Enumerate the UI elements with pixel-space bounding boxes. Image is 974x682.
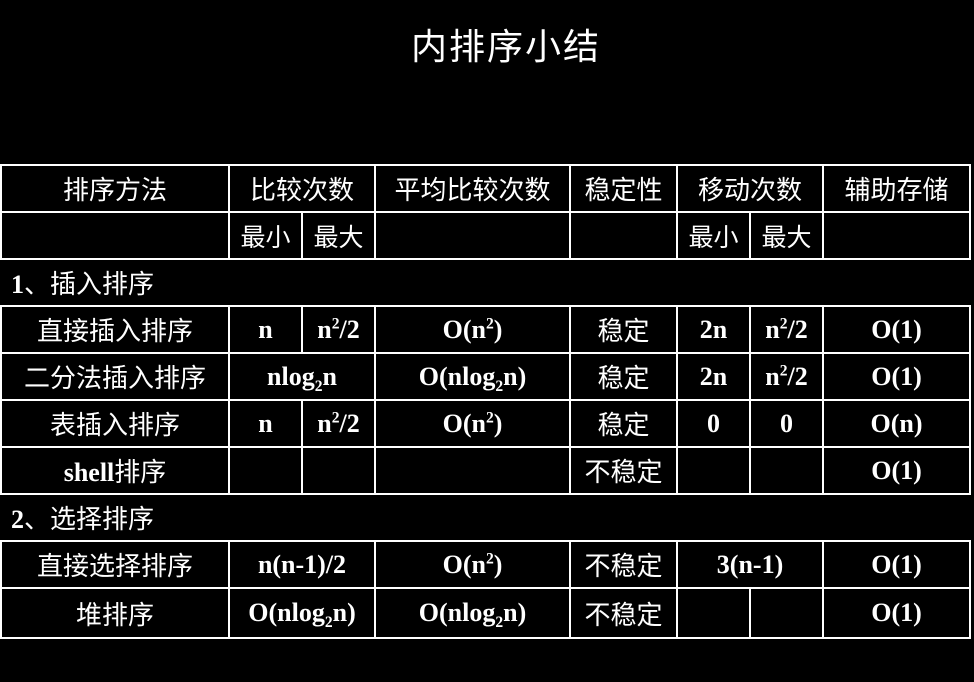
header-move: 移动次数 bbox=[676, 164, 825, 213]
move-max: 0 bbox=[749, 399, 825, 448]
move-min: 2n bbox=[676, 305, 752, 354]
method-name: 堆排序 bbox=[0, 587, 230, 639]
subheader-move-max: 最大 bbox=[749, 211, 825, 260]
stability: 不稳定 bbox=[569, 446, 679, 495]
move-count: 3(n-1) bbox=[676, 540, 825, 589]
aux-storage: O(1) bbox=[822, 352, 972, 401]
subheader-move-min: 最小 bbox=[676, 211, 752, 260]
method-name: 表插入排序 bbox=[0, 399, 230, 448]
subheader-empty bbox=[374, 211, 572, 260]
stability: 稳定 bbox=[569, 399, 679, 448]
subheader-empty bbox=[569, 211, 679, 260]
compare-min: n bbox=[228, 399, 303, 448]
header-avg-compare: 平均比较次数 bbox=[374, 164, 572, 213]
compare-max bbox=[300, 446, 377, 495]
subheader-empty bbox=[0, 211, 230, 260]
move-min bbox=[676, 446, 752, 495]
compare-min bbox=[228, 446, 303, 495]
page-title: 内排序小结 bbox=[410, 27, 601, 68]
compare-max: n2/2 bbox=[300, 305, 377, 354]
avg-compare: O(n2) bbox=[374, 399, 572, 448]
header-stability: 稳定性 bbox=[569, 164, 679, 213]
avg-compare: O(nlog2n) bbox=[374, 587, 572, 639]
sorting-summary-table: 排序方法 比较次数 平均比较次数 稳定性 移动次数 辅助存储 最小 最大 最小 … bbox=[0, 164, 972, 639]
table-row: 表插入排序 n n2/2 O(n2) 稳定 0 0 O(n) bbox=[0, 399, 972, 448]
avg-compare: O(n2) bbox=[374, 540, 572, 589]
stability: 稳定 bbox=[569, 305, 679, 354]
avg-compare: O(nlog2n) bbox=[374, 352, 572, 401]
section-insertion: 1、插入排序 bbox=[1, 258, 971, 307]
compare-count: O(nlog2n) bbox=[227, 587, 377, 639]
stability: 不稳定 bbox=[569, 587, 679, 639]
aux-storage: O(1) bbox=[822, 446, 972, 495]
aux-storage: O(1) bbox=[822, 587, 972, 639]
section-selection: 2、选择排序 bbox=[1, 493, 971, 542]
method-name: 二分法插入排序 bbox=[0, 352, 230, 401]
method-name: 直接插入排序 bbox=[0, 305, 230, 354]
aux-storage: O(1) bbox=[822, 540, 972, 589]
stability: 不稳定 bbox=[569, 540, 679, 589]
subheader-compare-min: 最小 bbox=[228, 211, 303, 260]
method-name: 直接选择排序 bbox=[0, 540, 230, 589]
aux-storage: O(1) bbox=[822, 305, 972, 354]
aux-storage: O(n) bbox=[822, 399, 972, 448]
avg-compare: O(n2) bbox=[374, 305, 572, 354]
section-row: 1、插入排序 bbox=[1, 258, 971, 307]
table-row: 堆排序 O(nlog2n) O(nlog2n) 不稳定 O(1) bbox=[0, 587, 972, 639]
header-row: 排序方法 比较次数 平均比较次数 稳定性 移动次数 辅助存储 bbox=[0, 164, 972, 213]
header-aux: 辅助存储 bbox=[822, 164, 972, 213]
avg-compare bbox=[374, 446, 572, 495]
table-row: shell排序 不稳定 O(1) bbox=[0, 446, 972, 495]
subheader-compare-max: 最大 bbox=[300, 211, 377, 260]
table-row: 二分法插入排序 nlog2n O(nlog2n) 稳定 2n n2/2 O(1) bbox=[0, 352, 972, 401]
compare-min: n bbox=[228, 305, 303, 354]
compare-max: n2/2 bbox=[300, 399, 377, 448]
move-max bbox=[749, 587, 825, 639]
table-row: 直接选择排序 n(n-1)/2 O(n2) 不稳定 3(n-1) O(1) bbox=[0, 540, 972, 589]
compare-count: nlog2n bbox=[227, 352, 377, 401]
compare-count: n(n-1)/2 bbox=[227, 540, 377, 589]
header-method: 排序方法 bbox=[0, 164, 230, 213]
stability: 稳定 bbox=[569, 352, 679, 401]
move-min bbox=[676, 587, 752, 639]
section-row: 2、选择排序 bbox=[1, 493, 971, 542]
header-compare: 比较次数 bbox=[227, 164, 377, 213]
move-max: n2/2 bbox=[749, 305, 825, 354]
subheader-row: 最小 最大 最小 最大 bbox=[0, 211, 972, 260]
move-min: 2n bbox=[676, 352, 752, 401]
move-min: 0 bbox=[676, 399, 752, 448]
table-row: 直接插入排序 n n2/2 O(n2) 稳定 2n n2/2 O(1) bbox=[0, 305, 972, 354]
method-name: shell排序 bbox=[0, 446, 230, 495]
move-max bbox=[749, 446, 825, 495]
subheader-empty bbox=[822, 211, 972, 260]
move-max: n2/2 bbox=[749, 352, 825, 401]
